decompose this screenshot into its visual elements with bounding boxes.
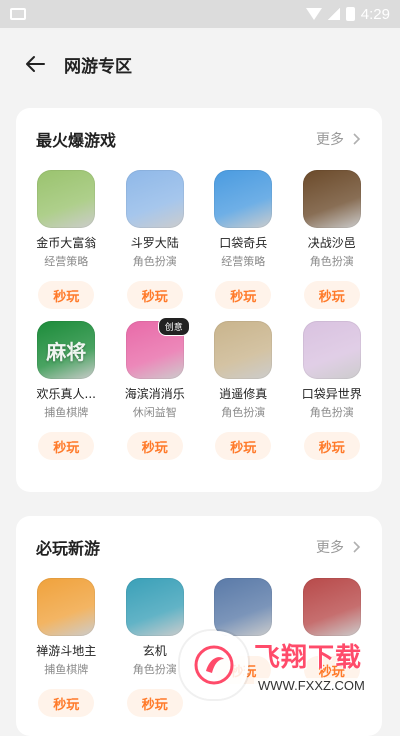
mansion-icon[interactable] bbox=[37, 170, 96, 228]
instant-play-button[interactable]: 秒玩 bbox=[303, 281, 360, 309]
icon-glyph-text: 麻将 bbox=[46, 339, 87, 364]
game-item[interactable]: 斗罗大陆角色扮演秒玩 bbox=[111, 170, 200, 309]
watermark-url: WWW.FXXZ.COM bbox=[254, 678, 369, 693]
game-name: 禅游斗地主 bbox=[36, 644, 97, 658]
anime-duo-icon[interactable] bbox=[125, 170, 184, 228]
game-category: 角色扮演 bbox=[132, 255, 177, 268]
game-item[interactable]: 禅游斗地主捕鱼棋牌秒玩 bbox=[22, 578, 111, 717]
game-item[interactable]: 麻将欢乐真人... 捕鱼棋牌秒玩 bbox=[22, 321, 111, 460]
game-category: 经营策略 bbox=[44, 255, 89, 268]
instant-play-button[interactable]: 秒玩 bbox=[38, 432, 95, 460]
game-name: 口袋异世界 bbox=[301, 387, 362, 401]
game-name: 逍遥修真 bbox=[219, 387, 268, 401]
section-title: 必玩新游 bbox=[36, 539, 101, 558]
instant-play-button[interactable]: 秒玩 bbox=[126, 689, 183, 717]
warrior-icon[interactable] bbox=[302, 170, 361, 228]
section-new-games: 必玩新游 更多 禅游斗地主捕鱼棋牌秒玩玄机角色扮演秒玩秒玩秒玩 bbox=[16, 516, 382, 736]
game-name: 欢乐真人... bbox=[36, 387, 96, 401]
game-item[interactable]: 口袋奇兵经营策略秒玩 bbox=[199, 170, 288, 309]
section-hot-games: 最火爆游戏 更多 金币大富翁 经营策略 秒玩 斗罗大陆 角色扮演 秒玩 口袋奇兵 经营策略 秒玩… bbox=[16, 108, 382, 492]
page-title: 网游专区 bbox=[64, 56, 132, 77]
game-name: 海滨消消乐 bbox=[124, 387, 185, 401]
fighter-girl-icon[interactable] bbox=[302, 578, 361, 636]
landlord-icon[interactable] bbox=[37, 578, 96, 636]
battery-icon bbox=[345, 7, 355, 21]
creative-badge: 创意 bbox=[157, 317, 190, 336]
image-notification-icon bbox=[10, 8, 26, 20]
top-bar: 网游专区 bbox=[0, 28, 400, 100]
instant-play-button[interactable]: 秒玩 bbox=[38, 689, 95, 717]
game-item[interactable]: 口袋异世界角色扮演秒玩 bbox=[288, 321, 377, 460]
instant-play-button[interactable]: 秒玩 bbox=[38, 281, 95, 309]
game-category: 角色扮演 bbox=[132, 663, 177, 676]
soldier-icon[interactable] bbox=[214, 170, 273, 228]
anime-girl-icon[interactable] bbox=[302, 321, 361, 379]
instant-play-button[interactable]: 秒玩 bbox=[215, 281, 272, 309]
more-link[interactable]: 更多 bbox=[316, 129, 362, 149]
squad-icon[interactable] bbox=[214, 578, 273, 636]
chevron-right-icon bbox=[350, 541, 362, 553]
watermark: 飞翔下载 WWW.FXXZ.COM bbox=[180, 630, 386, 700]
status-bar: 4:29 bbox=[0, 0, 400, 28]
instant-play-button[interactable]: 秒玩 bbox=[215, 432, 272, 460]
back-arrow-icon[interactable] bbox=[24, 53, 46, 75]
game-category: 经营策略 bbox=[221, 255, 266, 268]
more-link[interactable]: 更多 bbox=[316, 537, 362, 557]
swordsman-icon[interactable] bbox=[214, 321, 273, 379]
game-category: 角色扮演 bbox=[309, 255, 354, 268]
wifi-icon bbox=[305, 8, 322, 20]
game-category: 角色扮演 bbox=[309, 406, 354, 419]
chevron-right-icon bbox=[350, 133, 362, 145]
game-name: 金币大富翁 bbox=[36, 236, 97, 250]
game-item[interactable]: 逍遥修真角色扮演秒玩 bbox=[199, 321, 288, 460]
instant-play-button[interactable]: 秒玩 bbox=[126, 432, 183, 460]
instant-play-button[interactable]: 秒玩 bbox=[126, 281, 183, 309]
game-category: 角色扮演 bbox=[221, 406, 266, 419]
game-name: 斗罗大陆 bbox=[130, 236, 179, 250]
instant-play-button[interactable]: 秒玩 bbox=[303, 432, 360, 460]
watermark-title: 飞翔下载 bbox=[254, 643, 363, 673]
game-name: 口袋奇兵 bbox=[219, 236, 268, 250]
game-name: 玄机 bbox=[142, 644, 167, 658]
section-title: 最火爆游戏 bbox=[36, 131, 117, 150]
signal-icon bbox=[327, 8, 340, 20]
punk-boy-icon[interactable] bbox=[125, 578, 184, 636]
game-item[interactable]: 创意海滨消消乐休闲益智秒玩 bbox=[111, 317, 200, 460]
game-category: 休闲益智 bbox=[132, 406, 177, 419]
game-name: 决战沙邑 bbox=[307, 236, 356, 250]
game-category: 捕鱼棋牌 bbox=[44, 406, 89, 419]
game-category: 捕鱼棋牌 bbox=[44, 663, 89, 676]
status-time: 4:29 bbox=[360, 5, 390, 23]
game-item[interactable]: 金币大富翁经营策略秒玩 bbox=[22, 170, 111, 309]
mahjong-icon[interactable]: 麻将 bbox=[37, 321, 96, 379]
watermark-logo-icon bbox=[180, 631, 248, 699]
game-item[interactable]: 决战沙邑角色扮演秒玩 bbox=[288, 170, 377, 309]
